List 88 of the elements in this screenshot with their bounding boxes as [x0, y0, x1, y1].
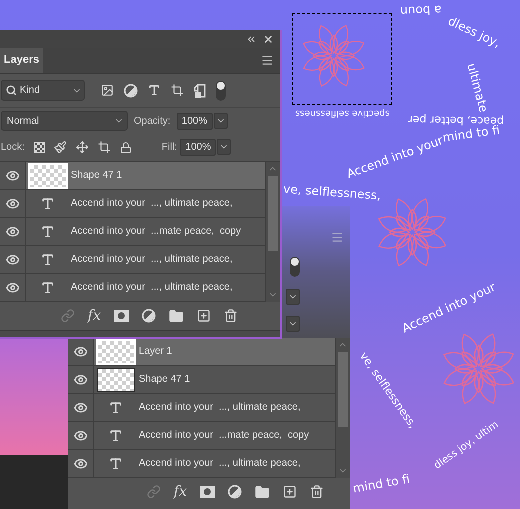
layer-thumbnail — [30, 164, 66, 186]
visibility-eye-icon[interactable] — [74, 428, 88, 442]
canvas-text: dless joy, — [446, 14, 503, 50]
filter-value: Kind — [20, 84, 42, 98]
visibility-eye-icon[interactable] — [6, 168, 20, 182]
menu-icon[interactable] — [261, 54, 274, 67]
layer-row[interactable]: Shape 47 1 — [0, 162, 265, 190]
layer-name: Accend into your ..., ultimate peace, — [138, 457, 301, 471]
text-layer-icon — [109, 400, 123, 414]
text-layer-icon — [41, 252, 55, 266]
filter-dropdown[interactable]: Kind — [1, 80, 85, 101]
layer-name: Accend into your ...mate peace, copy — [138, 429, 310, 443]
layer-name: Shape 47 1 — [138, 373, 190, 387]
trash-icon[interactable] — [310, 485, 324, 499]
layer-name: Layer 1 — [138, 345, 172, 359]
layer-row[interactable]: Accend into your ...mate peace, copy — [68, 422, 335, 450]
lock-transparency-icon[interactable] — [34, 142, 45, 153]
trash-icon[interactable] — [224, 309, 238, 323]
visibility-eye-icon[interactable] — [6, 196, 20, 210]
canvas-text: mind to fi — [352, 472, 412, 496]
layer-row[interactable]: Layer 1 — [68, 338, 335, 366]
search-icon — [6, 85, 17, 96]
mask-icon[interactable] — [200, 486, 215, 498]
adjustment-icon[interactable] — [142, 309, 156, 323]
canvas-text: spective selflessness — [295, 107, 390, 120]
mask-icon[interactable] — [114, 310, 129, 322]
move-icon[interactable] — [76, 141, 89, 154]
layer-name: Accend into your ..., ultimate peace, — [70, 281, 233, 295]
value-field[interactable]: 100% — [176, 112, 213, 130]
fill-label: Fill: — [162, 141, 178, 155]
layer-row[interactable]: Accend into your ...mate peace, copy — [0, 218, 265, 246]
panel-tab[interactable]: Layers — [0, 48, 44, 73]
visibility-eye-icon[interactable] — [74, 344, 88, 358]
canvas-text: a boun — [400, 3, 442, 18]
document-icon[interactable] — [194, 84, 206, 98]
new-layer-icon[interactable] — [197, 309, 211, 323]
layer-row[interactable]: Shape 47 1 — [68, 366, 335, 394]
new-layer-icon[interactable] — [283, 485, 297, 499]
lock-label: Lock: — [1, 141, 25, 155]
flower-drawing — [300, 22, 368, 90]
lock-icon[interactable] — [120, 142, 132, 154]
text-layer-icon — [109, 456, 123, 470]
folder-icon[interactable] — [255, 484, 270, 500]
adjustment-icon[interactable] — [228, 485, 242, 499]
image-icon[interactable] — [101, 84, 114, 97]
text-layer-icon — [41, 196, 55, 210]
text-layer-icon — [41, 280, 55, 294]
folder-icon[interactable] — [169, 308, 184, 324]
text-layer-icon — [41, 224, 55, 238]
layer-thumbnail — [98, 340, 134, 362]
filter-toggle[interactable] — [216, 80, 226, 100]
dropdown-caret-button[interactable] — [286, 316, 300, 332]
visibility-eye-icon[interactable] — [6, 280, 20, 294]
effects-button[interactable]: fx — [88, 306, 101, 326]
close-icon[interactable] — [263, 34, 274, 44]
panel-grip-bar[interactable] — [0, 330, 280, 337]
layer-row[interactable]: Accend into your ..., ultimate peace, — [0, 190, 265, 218]
layer-row[interactable]: Accend into your ..., ultimate peace, — [0, 274, 265, 302]
blend-mode-dropdown[interactable]: Normal — [1, 111, 128, 131]
visibility-eye-icon[interactable] — [6, 224, 20, 238]
layer-name: Accend into your ..., ultimate peace, — [70, 197, 233, 211]
layer-row[interactable]: Accend into your ..., ultimate peace, — [0, 246, 265, 274]
layer-thumbnail — [98, 368, 134, 390]
layer-name: Shape 47 1 — [70, 169, 122, 183]
layer-name: Accend into your ...mate peace, copy — [70, 225, 242, 239]
filter-toggle[interactable] — [290, 257, 300, 277]
visibility-eye-icon[interactable] — [74, 400, 88, 414]
visibility-eye-icon[interactable] — [74, 372, 88, 386]
opacity-label: Opacity: — [134, 114, 171, 128]
layer-name: Accend into your ..., ultimate peace, — [138, 401, 301, 415]
value-field[interactable]: 100% — [180, 139, 216, 156]
dropdown-caret-button[interactable] — [286, 289, 300, 305]
text-layer-icon — [109, 428, 123, 442]
layer-row[interactable]: Accend into your ..., ultimate peace, — [68, 394, 335, 422]
dropdown-caret-button[interactable] — [214, 112, 228, 128]
layer-row[interactable]: Accend into your ..., ultimate peace, — [68, 450, 335, 478]
adjustment-icon[interactable] — [124, 84, 138, 98]
layer-name: Accend into your ..., ultimate peace, — [70, 253, 233, 267]
effects-button[interactable]: fx — [174, 482, 187, 502]
brush-icon[interactable] — [54, 141, 67, 154]
type-icon[interactable] — [148, 84, 161, 97]
visibility-eye-icon[interactable] — [6, 252, 20, 266]
dark-area — [0, 455, 68, 509]
canvas-text: ve, selflessness, — [283, 182, 382, 203]
canvas-text: ultimate — [464, 62, 491, 114]
collapse-icon[interactable] — [246, 34, 257, 44]
dropdown-caret-button[interactable] — [217, 139, 232, 155]
visibility-eye-icon[interactable] — [74, 456, 88, 470]
